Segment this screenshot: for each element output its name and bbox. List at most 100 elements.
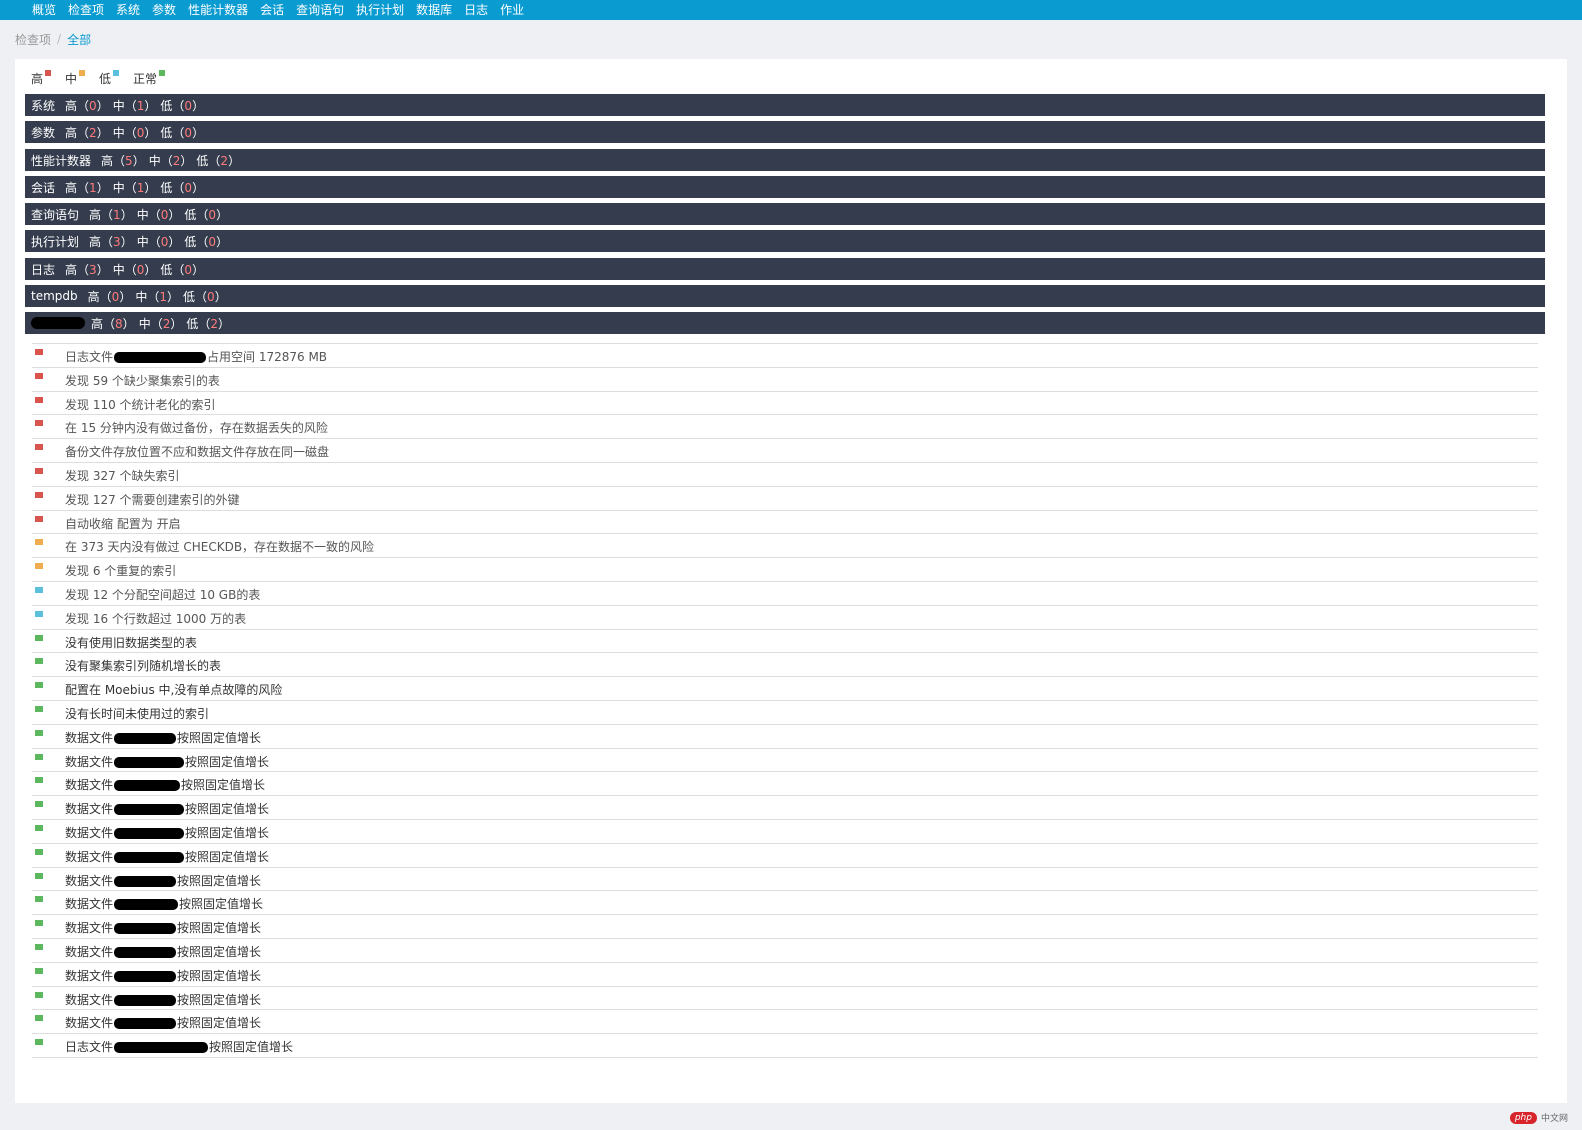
nav-item[interactable]: 日志 [458,0,494,20]
nav-item[interactable]: 性能计数器 [182,0,254,20]
paren-open: （ [147,289,160,304]
severity-count-low: 低（0） [183,288,227,305]
severity-normal-icon [35,777,43,784]
issue-row[interactable]: 数据文件 按照固定值增长 [32,844,1538,868]
nav-item[interactable]: 参数 [146,0,182,20]
issue-row[interactable]: 数据文件 按照固定值增长 [32,796,1538,820]
issue-text-main: 在 373 天内没有做过 CHECKDB，存在数据不一致的风险 [65,540,375,555]
count-value: 1 [113,207,121,222]
issue-text-suffix: 按照固定值增长 [185,754,270,769]
nav-item[interactable]: 系统 [110,0,146,20]
category-bar[interactable]: 性能计数器 高（5） 中（2） 低（2） [25,149,1545,171]
issue-row[interactable]: 数据文件 按照固定值增长 [32,963,1538,987]
severity-normal-icon [35,1039,43,1046]
issue-row[interactable]: 数据文件 按照固定值增长 [32,820,1538,844]
issue-row[interactable]: 数据文件 按照固定值增长 [32,939,1538,963]
issue-text-main: 数据文件 [65,921,114,936]
category-bar[interactable]: tempdb 高（0） 中（1） 低（0） [25,285,1545,307]
severity-normal-icon [35,753,43,760]
issue-text-main: 没有聚集索引列随机增长的表 [65,659,222,674]
issue-text: 在 373 天内没有做过 CHECKDB，存在数据不一致的风险 [65,538,374,555]
severity-count-high: 高（3） [89,233,133,250]
issue-text: 数据文件 按照固定值增长 [65,967,261,984]
issue-row[interactable]: 备份文件存放位置不应和数据文件存放在同一磁盘 [32,439,1538,463]
paren-open: （ [124,98,137,113]
issue-row[interactable]: 没有聚集索引列随机增长的表 [32,653,1538,678]
nav-item[interactable]: 作业 [494,0,530,20]
count-value: 0 [184,180,193,195]
issue-text: 数据文件 按照固定值增长 [65,729,261,746]
issue-text-main: 数据文件 [65,1016,114,1031]
issue-text-suffix: 按照固定值增长 [177,730,262,745]
breadcrumb-parent[interactable]: 检查项 [15,31,51,48]
issue-text-main: 日志文件 [65,1040,114,1055]
category-bar[interactable]: 系统 高（0） 中（1） 低（0） [25,94,1545,116]
issue-row[interactable]: 发现 59 个缺少聚集索引的表 [32,368,1538,392]
paren-open: （ [172,98,185,113]
issue-row[interactable]: 数据文件 按照固定值增长 [32,772,1538,797]
issue-row[interactable]: 日志文件 占用空间 172876 MB [32,344,1538,368]
severity-normal-icon [35,920,43,927]
severity-label: 高 [89,207,102,222]
paren-close: ） [192,98,205,113]
severity-normal-icon [35,682,43,689]
issue-text-main: 自动收缩 配置为 开启 [65,516,181,531]
nav-item[interactable]: 会话 [254,0,290,20]
severity-label: 高 [87,289,100,304]
issue-text: 没有长时间未使用过的索引 [65,705,209,722]
category-bar[interactable]: 查询语句 高（1） 中（0） 低（0） [25,203,1545,225]
issue-row[interactable]: 配置在 Moebius 中,没有单点故障的风险 [32,677,1538,701]
issue-row[interactable]: 数据文件 按照固定值增长 [32,987,1538,1011]
redacted-name [114,1042,209,1054]
paren-open: （ [172,262,185,277]
issue-row[interactable]: 数据文件 按照固定值增长 [32,749,1538,773]
issue-text-suffix: 按照固定值增长 [177,921,262,936]
issue-row[interactable]: 发现 16 个行数超过 1000 万的表 [32,606,1538,630]
category-bar[interactable]: 日志 高（3） 中（0） 低（0） [25,258,1545,280]
severity-label: 低 [160,98,173,113]
nav-item[interactable]: 概览 [26,0,62,20]
issue-row[interactable]: 发现 6 个重复的索引 [32,558,1538,582]
severity-label: 高 [65,180,78,195]
category-bar[interactable]: 执行计划 高（3） 中（0） 低（0） [25,230,1545,252]
paren-close: ） [120,207,133,222]
issue-list: 日志文件 占用空间 172876 MB 发现 59 个缺少聚集索引的表 发现 110 … [32,343,1538,1058]
issue-row[interactable]: 在 373 天内没有做过 CHECKDB，存在数据不一致的风险 [32,534,1538,559]
issue-row[interactable]: 数据文件 按照固定值增长 [32,915,1538,939]
severity-label: 中 [112,262,125,277]
issue-text: 发现 16 个行数超过 1000 万的表 [65,610,246,627]
issue-row[interactable]: 数据文件 按照固定值增长 [32,868,1538,892]
issue-row[interactable]: 在 15 分钟内没有做过备份，存在数据丢失的风险 [32,415,1538,440]
category-bar[interactable]: 参数 高（2） 中（0） 低（0） [25,121,1545,143]
issue-row[interactable]: 数据文件 按照固定值增长 [32,725,1538,749]
issue-text-main: 数据文件 [65,873,114,888]
issue-row[interactable]: 自动收缩 配置为 开启 [32,511,1538,535]
issue-text-suffix: 按照固定值增长 [177,968,262,983]
watermark: php 中文网 [1509,1111,1568,1124]
severity-count-high: 高（1） [65,179,109,196]
issue-row[interactable]: 发现 12 个分配空间超过 10 GB的表 [32,582,1538,606]
nav-item[interactable]: 执行计划 [350,0,410,20]
issue-row[interactable]: 没有长时间未使用过的索引 [32,701,1538,725]
issue-text: 日志文件 占用空间 172876 MB [65,348,327,365]
issue-row[interactable]: 发现 327 个缺失索引 [32,463,1538,487]
issue-row[interactable]: 数据文件 按照固定值增长 [32,891,1538,916]
nav-item[interactable]: 数据库 [410,0,458,20]
redacted-name [114,970,177,982]
severity-normal-icon [35,705,43,712]
category-bar[interactable]: 会话 高（1） 中（1） 低（0） [25,176,1545,198]
severity-high-icon [35,444,43,451]
issue-row[interactable]: 没有使用旧数据类型的表 [32,630,1538,654]
nav-item[interactable]: 检查项 [62,0,110,20]
severity-high-icon [35,396,43,403]
issue-row[interactable]: 数据文件 按照固定值增长 [32,1010,1538,1035]
nav-item[interactable]: 查询语句 [290,0,350,20]
severity-count-high: 高（0） [65,97,109,114]
severity-count-low: 低（2） [196,152,240,169]
redacted-name [114,1018,177,1030]
issue-row[interactable]: 发现 110 个统计老化的索引 [32,392,1538,416]
category-bar[interactable]: 高（8） 中（2） 低（2） [25,312,1545,334]
issue-text-suffix: 按照固定值增长 [181,778,266,793]
issue-row[interactable]: 发现 127 个需要创建索引的外键 [32,487,1538,511]
issue-row[interactable]: 日志文件 按照固定值增长 [32,1034,1538,1058]
